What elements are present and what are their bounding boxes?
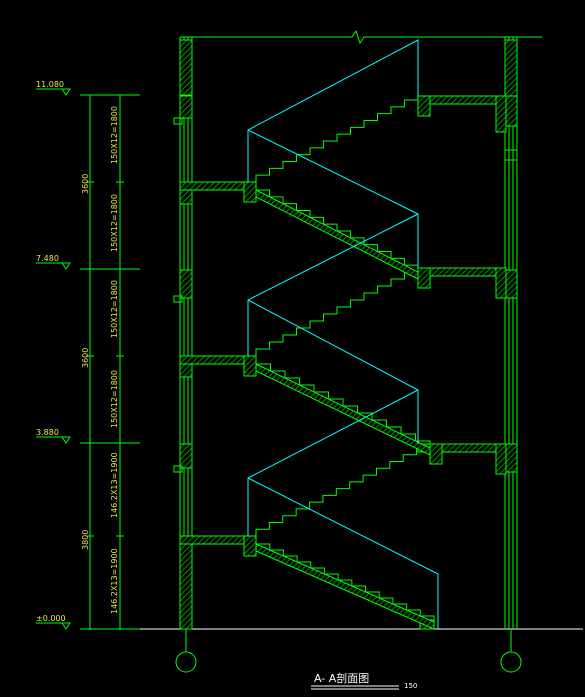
flight-dim-5: 146.2X13=1900	[110, 452, 119, 518]
drawing-title: A- A剖面图	[314, 671, 369, 685]
flight-down-4-slab	[255, 189, 419, 280]
slabs	[179, 95, 507, 630]
axis-bubbles	[175, 629, 522, 673]
flight-up-2	[255, 447, 430, 536]
stair-outlines	[247, 39, 439, 629]
floor-height-2: 3600	[81, 348, 90, 368]
flight-up-4	[255, 99, 418, 182]
scale-note: 150	[404, 682, 417, 690]
flight-down-3-slab	[255, 363, 431, 456]
flight-dim-6: 146.2X13=1900	[110, 548, 119, 614]
elevation-label-top: 11.080	[36, 80, 64, 89]
right-wall	[504, 37, 518, 629]
flight-dim-4: 150X12=1800	[110, 370, 119, 428]
top-break-line	[180, 29, 542, 45]
flight-dim-3: 150X12=1800	[110, 280, 119, 338]
elevation-label-ground: ±0.000	[36, 614, 66, 623]
elevation-markers	[36, 88, 71, 630]
flight-up-3	[255, 271, 418, 356]
floor-height-1: 3800	[81, 530, 90, 550]
elevation-label-level3: 7.480	[36, 254, 59, 263]
section-drawing: 11.080 7.480 3.880 ±0.000 3600 3600 3800…	[36, 29, 583, 690]
elevation-label-level2: 3.880	[36, 428, 59, 437]
stair-flights	[255, 99, 435, 630]
flight-down-2-slab	[255, 543, 435, 630]
flight-dim-2: 150X12=1800	[110, 194, 119, 252]
flight-dim-1: 150X12=1800	[110, 106, 119, 164]
floor-height-3: 3600	[81, 174, 90, 194]
